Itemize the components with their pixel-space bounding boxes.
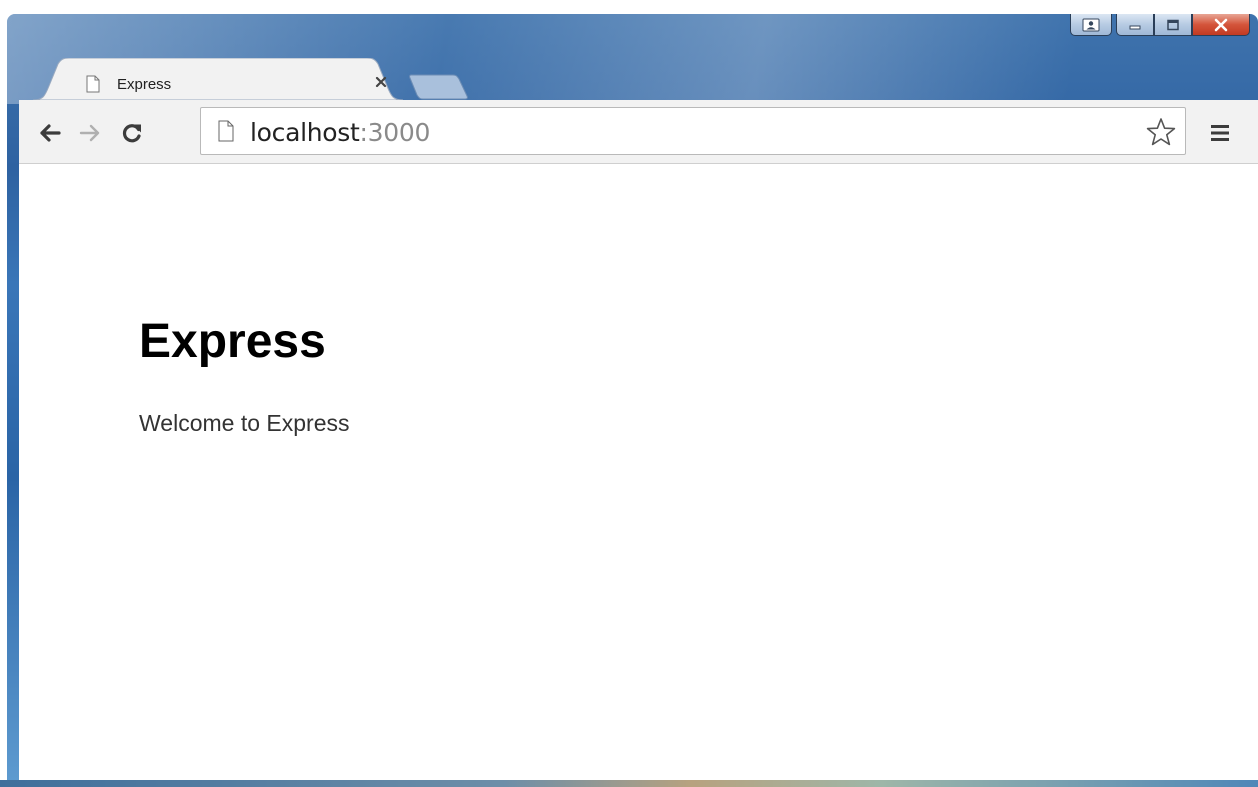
minimize-button[interactable] (1116, 14, 1154, 36)
close-tab-icon (375, 76, 387, 88)
forward-arrow-icon (79, 124, 100, 142)
forward-button[interactable] (75, 118, 105, 148)
tab-close-button[interactable] (371, 72, 391, 92)
window-caption-buttons (1070, 14, 1250, 36)
reload-button[interactable] (117, 118, 147, 148)
back-button[interactable] (35, 118, 65, 148)
desktop: Express localhost:3000 Express Welcome t… (0, 0, 1258, 787)
profile-icon (1082, 18, 1100, 31)
tab-strip: Express (7, 58, 1258, 100)
star-icon (1146, 118, 1176, 146)
back-arrow-icon (40, 124, 61, 142)
maximize-button[interactable] (1154, 14, 1192, 36)
desktop-background-strip (0, 780, 1258, 787)
address-port: :3000 (359, 118, 431, 147)
address-url: localhost:3000 (250, 118, 430, 147)
address-bar[interactable]: localhost:3000 (200, 107, 1186, 155)
browser-window: Express localhost:3000 Express Welcome t… (7, 14, 1258, 787)
close-window-button[interactable] (1192, 14, 1250, 36)
page-viewport: Express Welcome to Express (19, 164, 1258, 787)
profile-button[interactable] (1070, 14, 1112, 36)
hamburger-menu-icon (1211, 125, 1229, 141)
maximize-icon (1167, 19, 1179, 30)
address-host: localhost (250, 118, 360, 147)
reload-icon (122, 124, 141, 143)
close-icon (1214, 18, 1228, 31)
new-tab-icon (409, 74, 468, 100)
address-page-icon (218, 120, 234, 147)
chrome-menu-button[interactable] (1206, 119, 1234, 147)
page-title: Express (139, 315, 326, 368)
tab-express[interactable]: Express (33, 58, 403, 100)
tab-page-icon (86, 75, 100, 98)
browser-toolbar: localhost:3000 (19, 100, 1258, 164)
bookmark-star-button[interactable] (1145, 116, 1177, 153)
tab-title: Express (117, 76, 172, 93)
welcome-text: Welcome to Express (139, 410, 350, 436)
minimize-icon (1129, 25, 1141, 29)
